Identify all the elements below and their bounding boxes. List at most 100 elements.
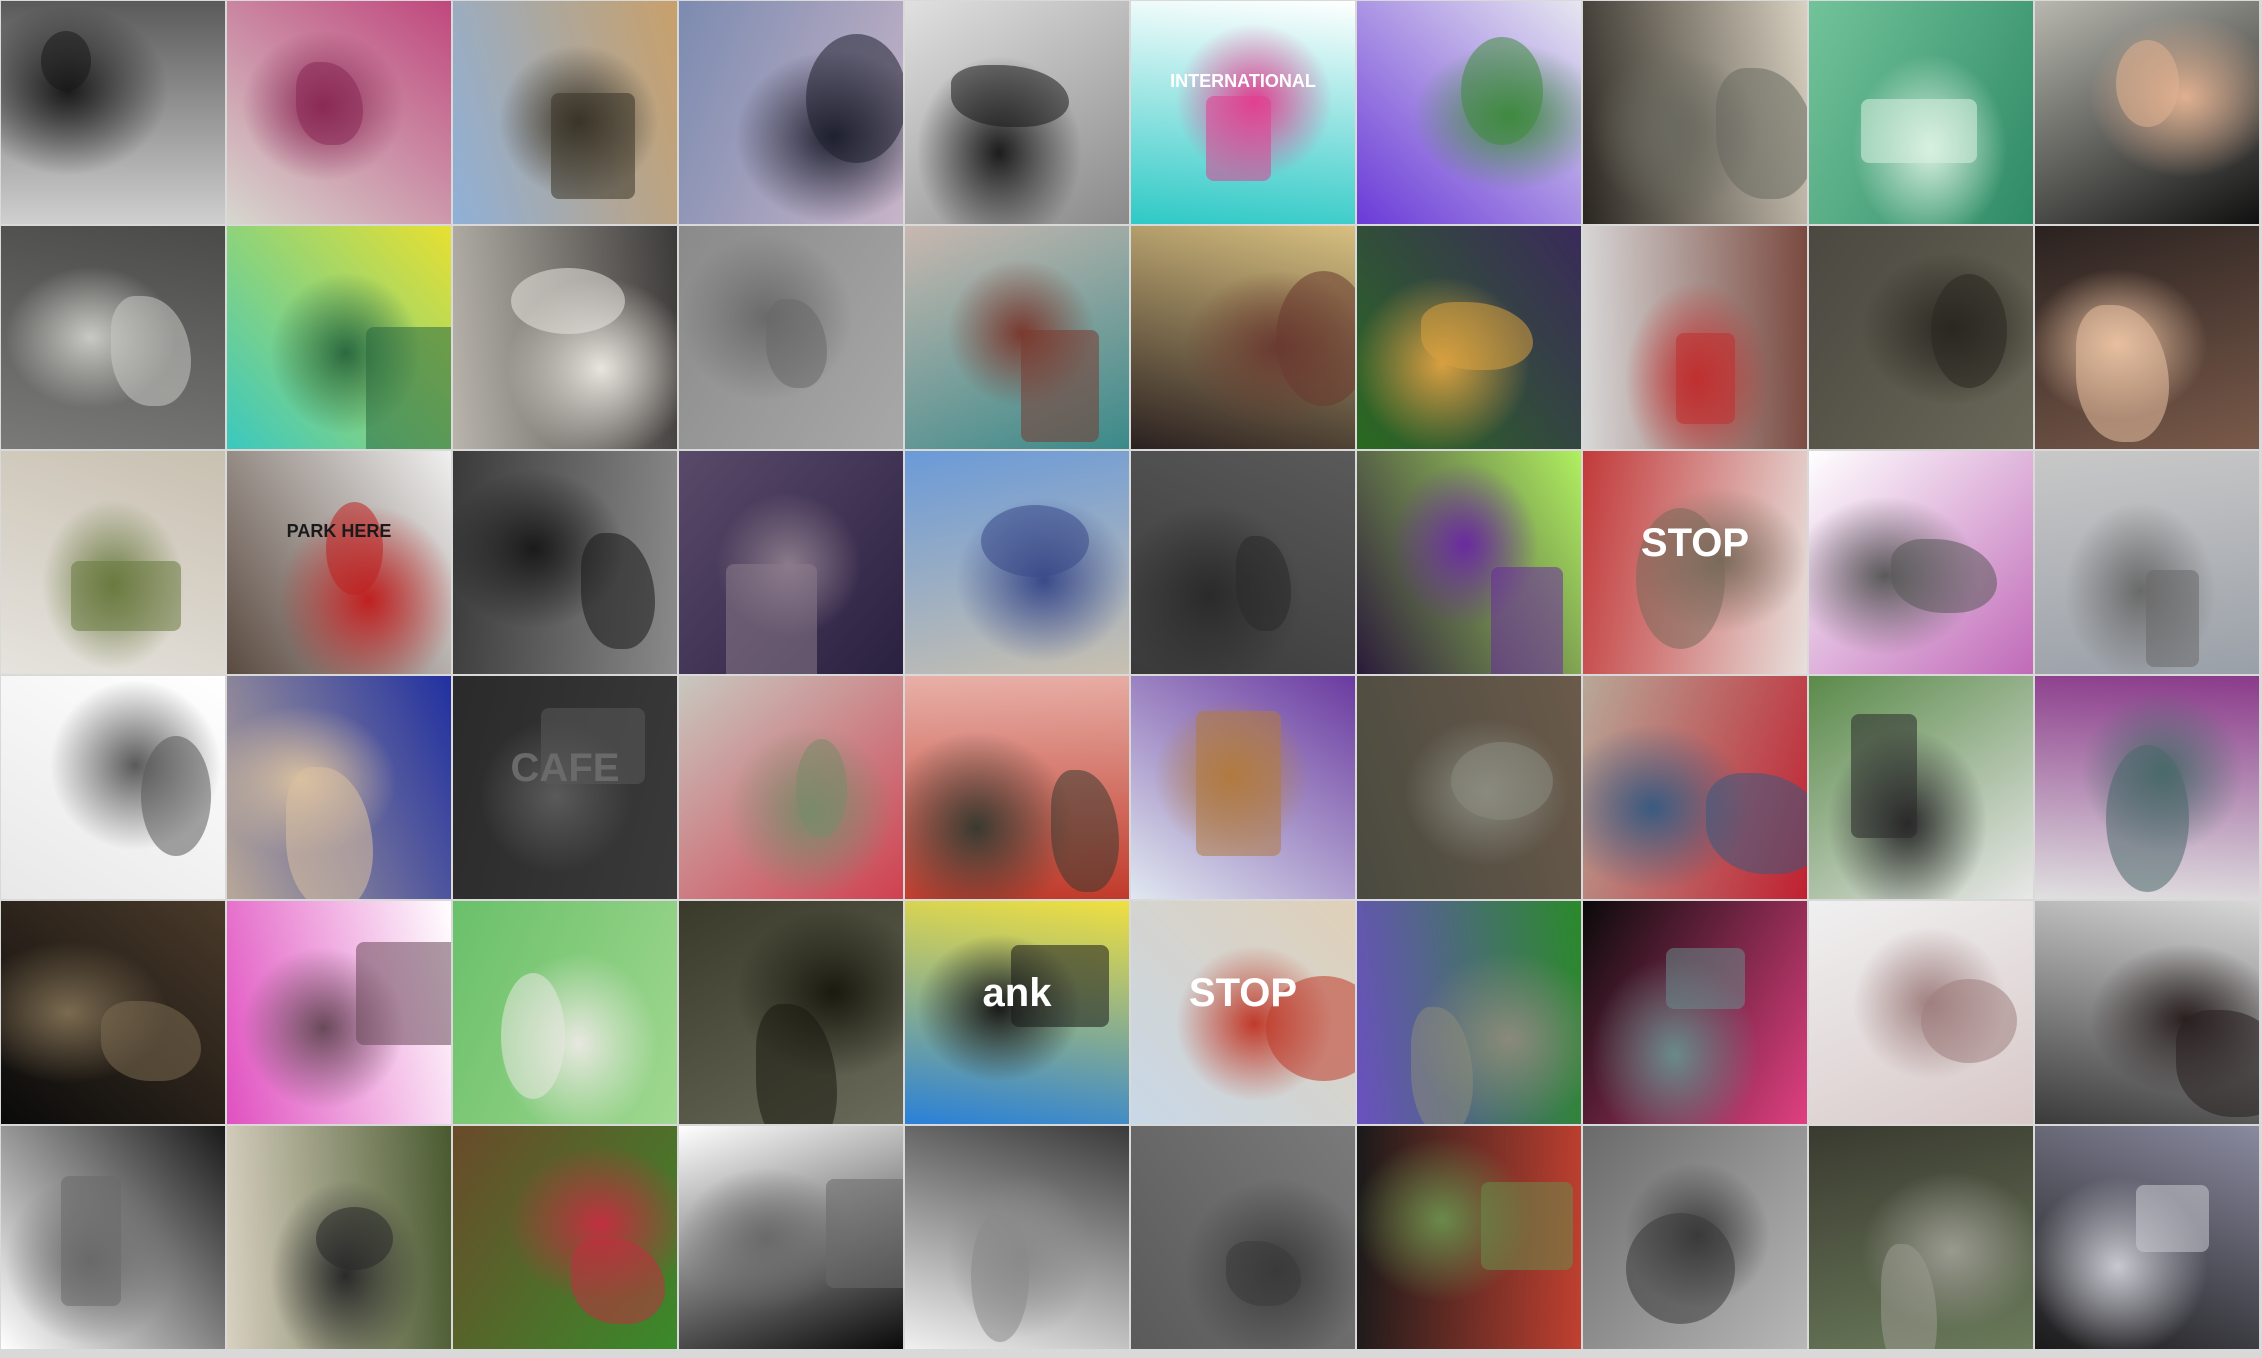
photo-subject xyxy=(1666,948,1745,1009)
photo-tile xyxy=(1809,901,2033,1124)
photo-subject xyxy=(71,561,181,631)
photo-tile xyxy=(2035,676,2259,899)
photo-subject xyxy=(1196,711,1281,856)
photo-subject xyxy=(1051,770,1119,892)
photo-tile xyxy=(2035,901,2259,1124)
photo-tile xyxy=(1583,226,1807,449)
photo-subject xyxy=(1411,1007,1473,1124)
photo-subject xyxy=(1236,536,1291,631)
photo-tile xyxy=(1357,676,1581,899)
photo-subject xyxy=(1461,37,1543,145)
photo-tile xyxy=(1357,226,1581,449)
photo-tile xyxy=(2035,1,2259,224)
photo-tile xyxy=(1583,901,1807,1124)
photo-subject xyxy=(2146,570,2199,667)
photo-subject xyxy=(1706,773,1807,874)
photo-subject xyxy=(1206,96,1271,181)
photo-tile: ank xyxy=(905,901,1129,1124)
photo-tile xyxy=(905,226,1129,449)
photo-subject xyxy=(1676,333,1735,424)
photo-tile: STOP xyxy=(1583,451,1807,674)
photo-subject xyxy=(1891,539,1997,613)
photo-subject xyxy=(1266,976,1355,1081)
photo-sign-text: ank xyxy=(982,971,1052,1015)
photo-tile xyxy=(1,1126,225,1349)
photo-sign-text: STOP xyxy=(1640,521,1750,565)
photo-subject xyxy=(41,31,91,91)
photo-tile xyxy=(453,226,677,449)
photo-tile xyxy=(1809,451,2033,674)
photo-subject xyxy=(2136,1185,2209,1252)
photo-tile xyxy=(1,451,225,674)
photo-subject xyxy=(1451,742,1553,820)
photo-tile xyxy=(679,676,903,899)
photo-subject xyxy=(61,1176,121,1306)
photo-tile xyxy=(1131,451,1355,674)
photo-tile xyxy=(1131,676,1355,899)
photo-subject xyxy=(826,1179,903,1288)
photo-subject xyxy=(1011,945,1109,1027)
photo-tile xyxy=(227,1126,451,1349)
photo-tile: STOP xyxy=(1131,901,1355,1124)
photo-subject xyxy=(1276,271,1355,406)
photo-tile xyxy=(679,451,903,674)
photo-tile xyxy=(679,1126,903,1349)
photo-tile xyxy=(679,1,903,224)
photo-tile xyxy=(1,676,225,899)
photo-tile xyxy=(453,1,677,224)
photo-subject xyxy=(581,533,655,649)
image-grid: INTERNATIONAL PARK HERE STOP CAFE ank STOP xyxy=(0,0,2262,1358)
photo-tile xyxy=(2035,451,2259,674)
photo-tile xyxy=(227,901,451,1124)
photo-tile xyxy=(2035,226,2259,449)
photo-tile xyxy=(453,1126,677,1349)
photo-tile xyxy=(679,901,903,1124)
photo-subject xyxy=(756,1004,837,1124)
photo-tile xyxy=(1809,1126,2033,1349)
photo-subject xyxy=(296,62,363,145)
photo-sign-text: CAFE xyxy=(510,746,620,790)
photo-subject xyxy=(501,973,565,1099)
photo-tile xyxy=(227,1,451,224)
photo-tile xyxy=(453,901,677,1124)
photo-sign-text: STOP xyxy=(1188,971,1298,1015)
photo-subject xyxy=(326,502,383,595)
photo-tile xyxy=(1583,1,1807,224)
photo-tile xyxy=(1809,676,2033,899)
photo-tile xyxy=(1357,1126,1581,1349)
photo-subject xyxy=(2076,305,2169,442)
photo-tile xyxy=(227,226,451,449)
photo-subject xyxy=(316,1207,393,1270)
photo-sign-text: PARK HERE xyxy=(286,521,392,541)
photo-tile: INTERNATIONAL xyxy=(1131,1,1355,224)
photo-subject xyxy=(1921,979,2017,1063)
photo-tile xyxy=(1,226,225,449)
photo-subject xyxy=(1481,1182,1573,1270)
photo-tile xyxy=(1357,451,1581,674)
photo-subject xyxy=(511,268,625,334)
photo-subject xyxy=(1851,714,1917,838)
photo-subject xyxy=(796,739,847,838)
photo-subject xyxy=(366,327,451,449)
photo-subject xyxy=(951,65,1069,127)
photo-tile xyxy=(1,1,225,224)
photo-subject xyxy=(101,1001,201,1081)
photo-tile xyxy=(1131,1126,1355,1349)
photo-tile xyxy=(1809,226,2033,449)
photo-subject xyxy=(1021,330,1099,442)
photo-subject xyxy=(1491,567,1563,674)
photo-subject xyxy=(356,942,451,1045)
photo-subject xyxy=(2106,745,2189,892)
photo-subject xyxy=(1716,68,1807,199)
photo-subject xyxy=(2176,1010,2259,1117)
photo-tile xyxy=(1131,226,1355,449)
photo-subject xyxy=(726,564,817,674)
photo-sign-text: INTERNATIONAL xyxy=(1170,71,1316,91)
photo-tile xyxy=(2035,1126,2259,1349)
photo-tile xyxy=(453,451,677,674)
photo-tile: CAFE xyxy=(453,676,677,899)
photo-tile xyxy=(227,676,451,899)
photo-subject xyxy=(1226,1241,1301,1306)
photo-tile xyxy=(905,1,1129,224)
photo-tile xyxy=(905,1126,1129,1349)
